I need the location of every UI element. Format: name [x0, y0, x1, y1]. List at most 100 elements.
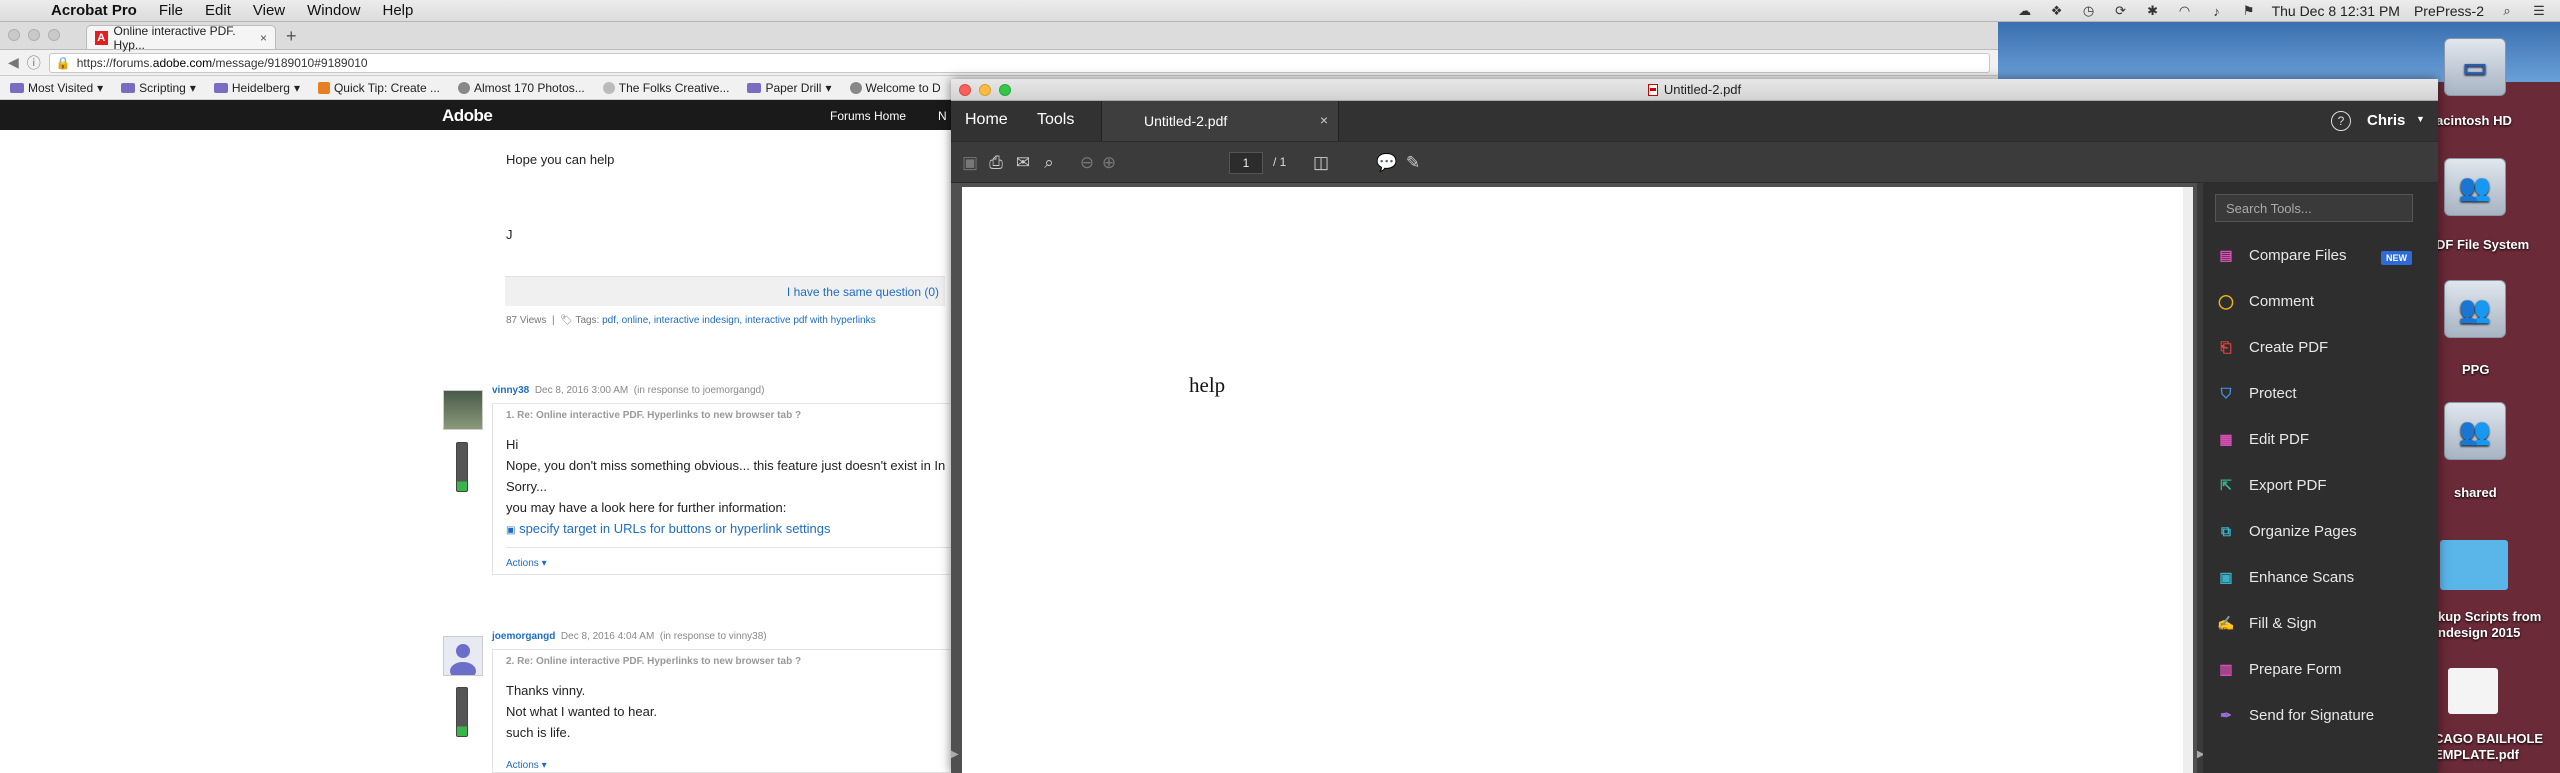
- adobe-logo[interactable]: Adobe: [442, 106, 493, 126]
- document-tab-title: Untitled-2.pdf: [1144, 113, 1228, 129]
- url-field[interactable]: 🔒 https://forums.adobe.com/message/91890…: [48, 52, 1990, 73]
- zoom-window-button[interactable]: [48, 29, 60, 41]
- nav-tools[interactable]: Tools: [1037, 111, 1074, 129]
- bluetooth-icon[interactable]: ✱: [2144, 3, 2162, 18]
- new-tab-button[interactable]: +: [276, 26, 307, 49]
- folder-icon[interactable]: [2440, 540, 2508, 590]
- desktop-drive-ppg[interactable]: 👥: [2430, 280, 2520, 344]
- search-icon[interactable]: ⌕: [1037, 151, 1061, 175]
- create-pdf-icon: ⎗: [2220, 338, 2232, 355]
- post2-in-response[interactable]: (in response to vinny38): [660, 631, 767, 642]
- network-drive-icon: 👥: [2444, 280, 2506, 338]
- browser-window-controls: [8, 21, 60, 49]
- dropbox-icon[interactable]: ❖: [2048, 3, 2066, 18]
- menu-help[interactable]: Help: [372, 2, 425, 19]
- post1-line: you may have a look here for further inf…: [506, 500, 787, 515]
- previous-page-icon[interactable]: ⊖: [1075, 151, 1099, 175]
- chevron-down-icon[interactable]: ▼: [2416, 114, 2425, 124]
- bookmark-almost-170[interactable]: Almost 170 Photos...: [458, 81, 585, 95]
- post2-author[interactable]: joemorgangd: [492, 631, 555, 642]
- next-page-icon[interactable]: ⊕: [1097, 151, 1121, 175]
- close-window-button[interactable]: [8, 29, 20, 41]
- url-text: https://forums.adobe.com/message/9189010…: [76, 55, 368, 70]
- print-icon[interactable]: ⎙: [984, 151, 1008, 175]
- minimize-window-button[interactable]: [28, 29, 40, 41]
- volume-icon[interactable]: ♪: [2208, 4, 2226, 19]
- comment-icon[interactable]: 💬: [1375, 151, 1399, 175]
- tool-compare-files[interactable]: ▤ Compare Files: [2215, 241, 2430, 269]
- post-signature: J: [506, 227, 513, 242]
- flag-icon[interactable]: ⚑: [2240, 3, 2258, 18]
- post1-in-response[interactable]: (in response to joemorgangd): [634, 385, 765, 396]
- bookmark-welcome[interactable]: Welcome to D: [849, 81, 941, 95]
- help-icon[interactable]: ?: [2331, 111, 2351, 131]
- bookmark-scripting[interactable]: Scripting ▾: [121, 81, 196, 95]
- tags-list[interactable]: pdf, online, interactive indesign, inter…: [602, 315, 875, 326]
- bookmark-heidelberg[interactable]: Heidelberg ▾: [213, 81, 300, 95]
- vertical-scrollbar[interactable]: [2183, 187, 2193, 773]
- pdf-file-icon[interactable]: [2448, 668, 2498, 714]
- user-level-indicator: [456, 442, 468, 492]
- save-icon[interactable]: ▣: [958, 151, 982, 175]
- menu-window[interactable]: Window: [296, 2, 371, 19]
- creative-cloud-icon[interactable]: ☁: [2016, 3, 2034, 18]
- pdf-page[interactable]: help: [962, 187, 2186, 773]
- page-number-input[interactable]: 1: [1229, 152, 1263, 174]
- back-arrow-icon[interactable]: ◀: [8, 54, 19, 71]
- tool-comment[interactable]: ◯ Comment: [2215, 287, 2430, 315]
- desktop-drive-shared[interactable]: 👥: [2430, 402, 2520, 466]
- bookmark-most-visited[interactable]: Most Visited ▾: [10, 81, 103, 95]
- post1-actions[interactable]: Actions ▾: [506, 558, 547, 569]
- nav-forums-home[interactable]: Forums Home: [830, 109, 906, 123]
- read-mode-icon[interactable]: ◫: [1309, 151, 1333, 175]
- timemachine-icon[interactable]: ◷: [2080, 3, 2098, 18]
- desktop-drive-macintosh-hd[interactable]: ▭: [2430, 38, 2520, 102]
- email-icon[interactable]: ✉: [1011, 151, 1035, 175]
- app-menu[interactable]: Acrobat Pro: [40, 2, 148, 19]
- post2-actions[interactable]: Actions ▾: [506, 760, 547, 771]
- user-account[interactable]: Chris: [2367, 112, 2405, 129]
- close-document-icon[interactable]: ×: [1320, 112, 1328, 128]
- tool-create-pdf[interactable]: ⎗ Create PDF: [2215, 333, 2430, 361]
- sign-pen-icon[interactable]: ✎: [1401, 151, 1425, 175]
- comment-icon: ◯: [2218, 292, 2234, 309]
- post1-author[interactable]: vinny38: [492, 385, 529, 396]
- wifi-icon[interactable]: ◠: [2176, 3, 2194, 18]
- info-icon[interactable]: ⓘ: [27, 53, 41, 73]
- desktop-label-scripts-2: ndesign 2015: [2438, 625, 2521, 640]
- close-tab-icon[interactable]: ×: [260, 31, 267, 45]
- folder-icon: [121, 82, 136, 93]
- bookmark-quick-tip[interactable]: Quick Tip: Create ...: [317, 81, 440, 95]
- sync-icon[interactable]: ⟳: [2112, 3, 2130, 18]
- tool-export-pdf[interactable]: ⇱ Export PDF: [2215, 471, 2430, 499]
- document-tab[interactable]: Untitled-2.pdf ×: [1101, 101, 1339, 141]
- left-panel-toggle-icon[interactable]: ▶: [951, 749, 959, 760]
- browser-tab-active[interactable]: A Online interactive PDF. Hyp... ×: [86, 24, 276, 52]
- clock[interactable]: Thu Dec 8 12:31 PM: [2272, 3, 2400, 19]
- menu-view[interactable]: View: [242, 2, 296, 19]
- post1-link[interactable]: ▣ specify target in URLs for buttons or …: [506, 521, 831, 536]
- same-question-button[interactable]: I have the same question (0): [505, 276, 945, 306]
- tool-organize-pages[interactable]: ⧉ Organize Pages: [2215, 517, 2430, 545]
- nav-home[interactable]: Home: [965, 111, 1008, 129]
- tool-edit-pdf[interactable]: ▦ Edit PDF: [2215, 425, 2430, 453]
- avatar[interactable]: [443, 390, 483, 430]
- post-text-hope: Hope you can help: [506, 152, 615, 167]
- tool-prepare-form[interactable]: ▥ Prepare Form: [2215, 655, 2430, 683]
- notification-center-icon[interactable]: ☰: [2530, 3, 2548, 18]
- search-tools-input[interactable]: Search Tools...: [2215, 194, 2413, 222]
- tool-enhance-scans[interactable]: ▣ Enhance Scans: [2215, 563, 2430, 591]
- nav-next-item[interactable]: N: [938, 109, 947, 123]
- user-menu[interactable]: PrePress-2: [2414, 3, 2484, 19]
- tool-fill-sign[interactable]: ✍ Fill & Sign: [2215, 609, 2430, 637]
- spotlight-icon[interactable]: ⌕: [2498, 3, 2516, 18]
- acrobat-body: help ▶ ▶ Search Tools... NEW ▤ Compare Fi…: [951, 183, 2438, 773]
- menu-edit[interactable]: Edit: [194, 2, 242, 19]
- desktop-drive-pdf-fs[interactable]: 👥: [2430, 158, 2520, 222]
- menu-file[interactable]: File: [148, 2, 194, 19]
- avatar[interactable]: [443, 636, 483, 680]
- bookmark-folks-creative[interactable]: The Folks Creative...: [602, 81, 729, 95]
- tool-protect[interactable]: ⛉ Protect: [2215, 379, 2430, 407]
- bookmark-paper-drill[interactable]: Paper Drill ▾: [747, 81, 832, 95]
- tool-send-for-signature[interactable]: ✒ Send for Signature: [2215, 701, 2430, 729]
